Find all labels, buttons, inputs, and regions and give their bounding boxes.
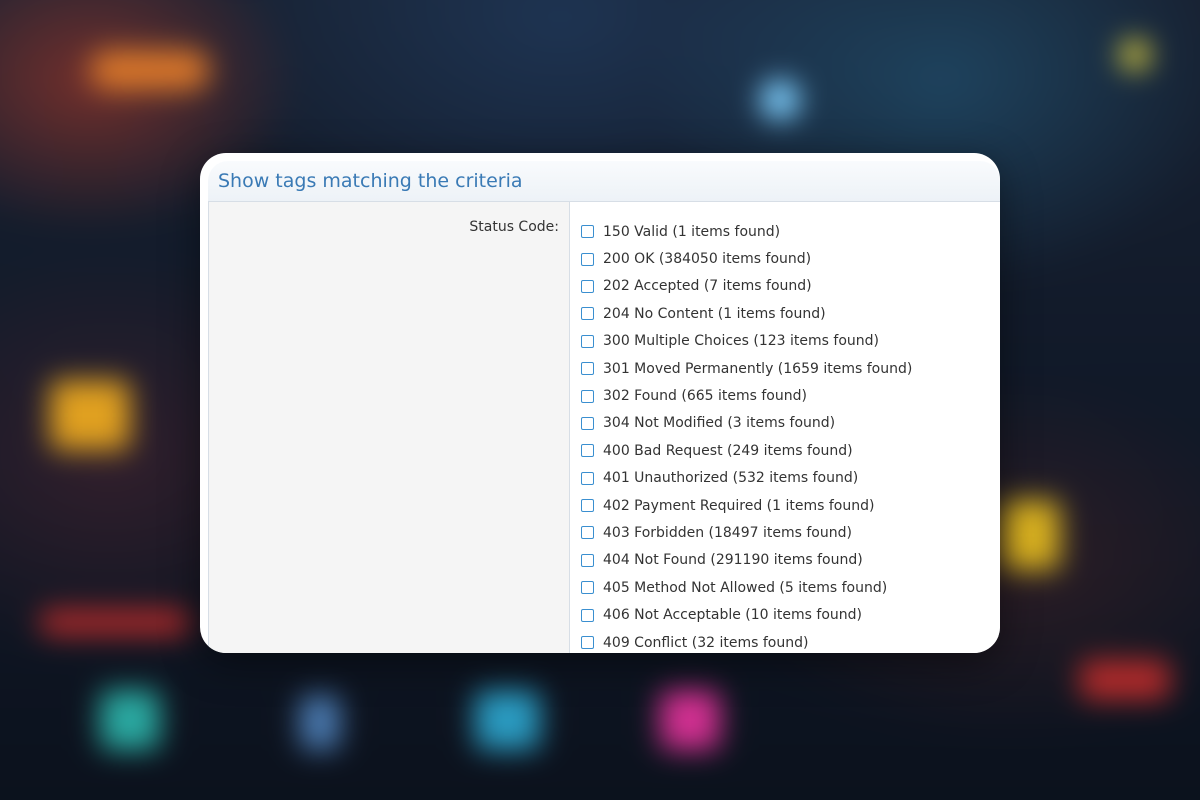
checkbox[interactable] <box>581 526 594 540</box>
status-option-409[interactable]: 409 Conflict (32 items found) <box>581 629 1000 653</box>
checkbox[interactable] <box>581 307 594 321</box>
status-option-150[interactable]: 150 Valid (1 items found) <box>581 218 1000 245</box>
checkbox[interactable] <box>581 636 594 650</box>
status-option-405[interactable]: 405 Method Not Allowed (5 items found) <box>581 574 1000 601</box>
tag-filter-panel: Show tags matching the criteria Status C… <box>200 153 1000 653</box>
checkbox[interactable] <box>581 252 594 266</box>
option-label: 406 Not Acceptable (10 items found) <box>603 607 862 624</box>
option-label: 400 Bad Request (249 items found) <box>603 442 853 459</box>
checkbox[interactable] <box>581 471 594 485</box>
option-label: 409 Conflict (32 items found) <box>603 634 809 651</box>
checkbox[interactable] <box>581 416 594 430</box>
status-option-304[interactable]: 304 Not Modified (3 items found) <box>581 410 1000 437</box>
background-shape <box>90 50 210 90</box>
panel-header: Show tags matching the criteria <box>208 161 1000 202</box>
background-shape <box>760 80 800 120</box>
status-code-options: 150 Valid (1 items found) 200 OK (384050… <box>570 202 1000 653</box>
checkbox[interactable] <box>581 389 594 403</box>
options-column: 150 Valid (1 items found) 200 OK (384050… <box>570 202 1000 653</box>
option-label: 150 Valid (1 items found) <box>603 223 781 240</box>
option-label: 302 Found (665 items found) <box>603 388 807 405</box>
option-label: 403 Forbidden (18497 items found) <box>603 524 852 541</box>
option-label: 200 OK (384050 items found) <box>603 251 812 268</box>
status-option-301[interactable]: 301 Moved Permanently (1659 items found) <box>581 355 1000 382</box>
option-label: 402 Payment Required (1 items found) <box>603 497 875 514</box>
status-option-202[interactable]: 202 Accepted (7 items found) <box>581 273 1000 300</box>
status-option-400[interactable]: 400 Bad Request (249 items found) <box>581 437 1000 464</box>
background-shape <box>1080 660 1170 700</box>
status-option-300[interactable]: 300 Multiple Choices (123 items found) <box>581 328 1000 355</box>
background-shape <box>50 380 130 450</box>
background-shape <box>475 690 540 750</box>
status-option-401[interactable]: 401 Unauthorized (532 items found) <box>581 465 1000 492</box>
checkbox[interactable] <box>581 608 594 622</box>
status-option-200[interactable]: 200 OK (384050 items found) <box>581 245 1000 272</box>
panel-title: Show tags matching the criteria <box>218 170 523 192</box>
status-option-404[interactable]: 404 Not Found (291190 items found) <box>581 547 1000 574</box>
option-label: 404 Not Found (291190 items found) <box>603 552 863 569</box>
background-shape <box>1000 500 1060 570</box>
option-label: 405 Method Not Allowed (5 items found) <box>603 579 888 596</box>
option-label: 401 Unauthorized (532 items found) <box>603 470 859 487</box>
checkbox[interactable] <box>581 499 594 513</box>
option-label: 304 Not Modified (3 items found) <box>603 415 836 432</box>
checkbox[interactable] <box>581 279 594 293</box>
background-shape <box>660 690 720 750</box>
label-column: Status Code: <box>209 202 570 653</box>
status-code-label: Status Code: <box>469 219 559 235</box>
background-shape <box>300 695 340 750</box>
status-option-204[interactable]: 204 No Content (1 items found) <box>581 300 1000 327</box>
status-option-406[interactable]: 406 Not Acceptable (10 items found) <box>581 601 1000 628</box>
checkbox[interactable] <box>581 334 594 348</box>
checkbox[interactable] <box>581 553 594 567</box>
checkbox[interactable] <box>581 225 594 239</box>
status-option-403[interactable]: 403 Forbidden (18497 items found) <box>581 519 1000 546</box>
status-option-302[interactable]: 302 Found (665 items found) <box>581 382 1000 409</box>
option-label: 301 Moved Permanently (1659 items found) <box>603 360 913 377</box>
checkbox[interactable] <box>581 581 594 595</box>
background-shape <box>40 610 190 635</box>
status-option-402[interactable]: 402 Payment Required (1 items found) <box>581 492 1000 519</box>
background-shape <box>1120 40 1150 70</box>
checkbox[interactable] <box>581 444 594 458</box>
option-label: 300 Multiple Choices (123 items found) <box>603 333 879 350</box>
background-shape <box>100 690 160 750</box>
checkbox[interactable] <box>581 362 594 376</box>
option-label: 202 Accepted (7 items found) <box>603 278 812 295</box>
option-label: 204 No Content (1 items found) <box>603 305 826 322</box>
panel-body: Status Code: 150 Valid (1 items found) 2… <box>208 202 1000 653</box>
